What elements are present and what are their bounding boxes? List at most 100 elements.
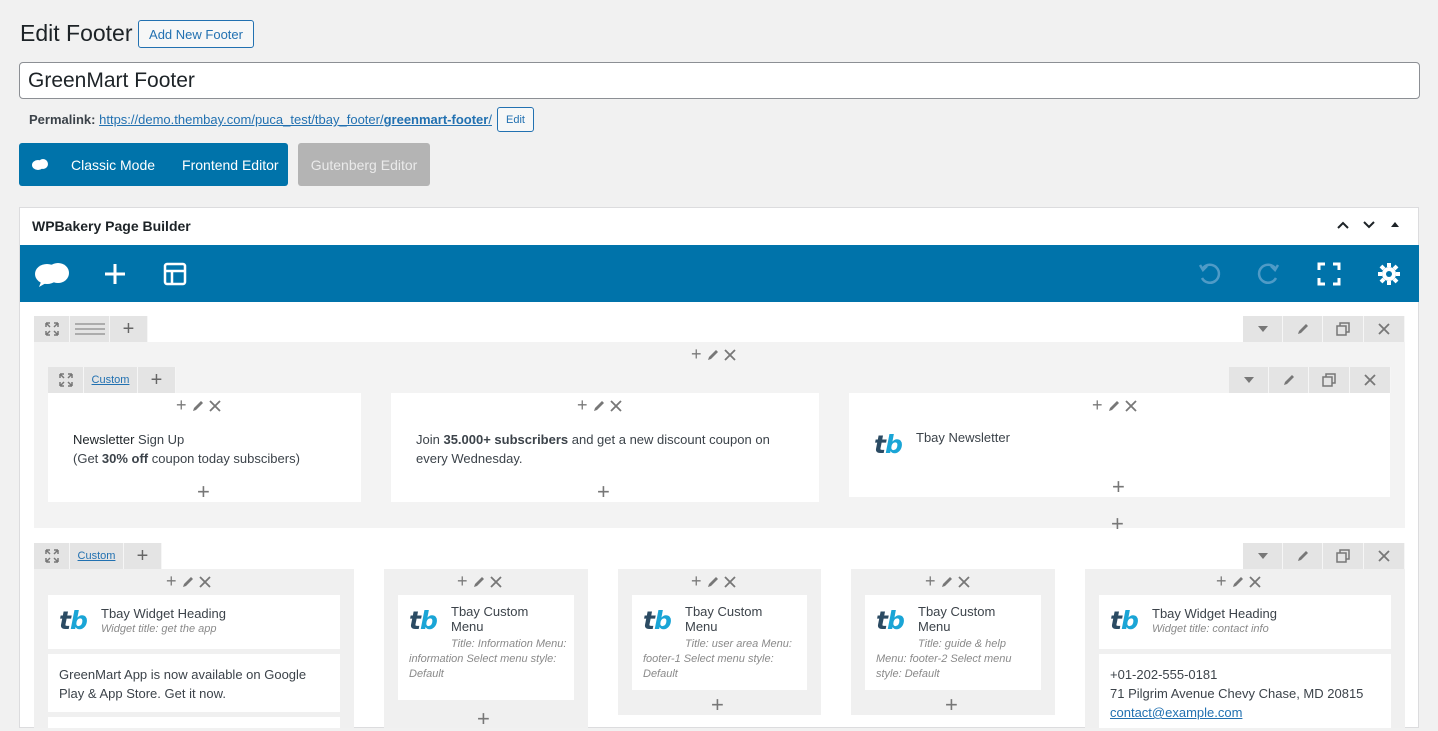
collapse-toggle-icon[interactable] xyxy=(1388,218,1402,232)
row-1-layout-icon[interactable] xyxy=(70,316,110,342)
permalink-link[interactable]: https://demo.thembay.com/puca_test/tbay_… xyxy=(99,112,492,127)
newsletter-text[interactable]: Newsletter Sign Up (Get 30% off coupon t… xyxy=(73,430,353,468)
add-element-icon[interactable]: + xyxy=(945,694,958,716)
frontend-editor-button[interactable]: Frontend Editor xyxy=(182,157,279,173)
edit-icon[interactable] xyxy=(191,399,205,413)
edit-icon[interactable] xyxy=(472,575,486,589)
inner-row-edit-icon[interactable] xyxy=(1269,367,1309,393)
templates-icon[interactable] xyxy=(160,245,190,302)
delete-icon[interactable] xyxy=(723,575,736,588)
add-icon[interactable]: + xyxy=(691,571,702,592)
row-2-add-column-icon[interactable]: + xyxy=(124,543,162,569)
row-2-edit-icon[interactable] xyxy=(1283,543,1323,569)
fullscreen-icon[interactable] xyxy=(1314,245,1344,302)
edit-icon[interactable] xyxy=(706,575,720,589)
permalink-base: https://demo.thembay.com/puca_test/tbay_… xyxy=(99,112,384,127)
edit-icon[interactable] xyxy=(592,399,606,413)
row-2-drag-icon[interactable] xyxy=(34,543,70,569)
delete-icon[interactable] xyxy=(489,575,502,588)
delete-icon[interactable] xyxy=(208,399,221,412)
move-up-icon[interactable] xyxy=(1336,218,1350,232)
row-2-clone-icon[interactable] xyxy=(1323,543,1364,569)
row-2-toggle-icon[interactable] xyxy=(1243,543,1283,569)
add-icon[interactable]: + xyxy=(176,395,187,416)
add-element-icon[interactable]: + xyxy=(197,481,210,503)
builder-toolbar xyxy=(20,245,1419,302)
column-controls: + xyxy=(457,571,502,592)
row-1-drag-icon[interactable] xyxy=(34,316,70,342)
column-controls: + xyxy=(925,571,970,592)
column-controls: + xyxy=(1216,571,1261,592)
inner-row-delete-icon[interactable] xyxy=(1350,367,1391,393)
add-icon[interactable]: + xyxy=(1092,395,1103,416)
row-1-edit-icon[interactable] xyxy=(1283,316,1323,342)
add-element-icon[interactable]: + xyxy=(477,708,490,730)
contact-phone: +01-202-555-0181 xyxy=(1110,667,1218,682)
row-2-layout[interactable]: Custom xyxy=(70,543,124,569)
edit-icon[interactable] xyxy=(1231,575,1245,589)
delete-icon[interactable] xyxy=(198,575,211,588)
widget-title[interactable]: Tbay Newsletter xyxy=(916,428,1010,447)
add-icon[interactable]: + xyxy=(577,395,588,416)
row-1-clone-icon[interactable] xyxy=(1323,316,1364,342)
redo-icon[interactable] xyxy=(1254,245,1284,302)
edit-icon[interactable] xyxy=(940,575,954,589)
delete-icon[interactable] xyxy=(1248,575,1261,588)
add-icon[interactable]: + xyxy=(925,571,936,592)
add-element-icon[interactable]: + xyxy=(597,481,610,503)
move-down-icon[interactable] xyxy=(1362,218,1376,232)
edit-icon[interactable] xyxy=(706,348,720,362)
logo-t: t xyxy=(876,606,888,635)
contact-address: 71 Pilgrim Avenue Chevy Chase, MD 20815 xyxy=(1110,686,1364,701)
logo-b: b xyxy=(69,606,88,635)
text: Sign Up xyxy=(134,432,185,447)
widget-title: Tbay Widget Heading xyxy=(101,606,227,621)
wpb-mini-logo-icon xyxy=(31,158,49,172)
add-new-footer-button[interactable]: Add New Footer xyxy=(138,20,254,48)
post-title-input[interactable] xyxy=(19,62,1420,99)
undo-icon[interactable] xyxy=(1194,245,1224,302)
row-1-add-column-icon[interactable]: + xyxy=(110,316,148,342)
column-controls: + xyxy=(166,571,211,592)
add-icon[interactable]: + xyxy=(457,571,468,592)
edit-icon[interactable] xyxy=(181,575,195,589)
contact-email-link[interactable]: contact@example.com xyxy=(1110,703,1242,722)
add-element-icon[interactable]: + xyxy=(1111,513,1124,535)
row-1-delete-icon[interactable] xyxy=(1364,316,1405,342)
column-controls: + xyxy=(1092,395,1137,416)
row-2-custom-link[interactable]: Custom xyxy=(78,550,116,562)
wpb-logo-icon[interactable] xyxy=(32,245,72,302)
gutenberg-editor-button[interactable]: Gutenberg Editor xyxy=(298,143,430,186)
delete-icon[interactable] xyxy=(1124,399,1137,412)
inner-row-custom-link[interactable]: Custom xyxy=(92,374,130,386)
row-2-delete-icon[interactable] xyxy=(1364,543,1405,569)
inner-row-clone-icon[interactable] xyxy=(1309,367,1350,393)
permalink-label: Permalink: xyxy=(29,112,96,127)
add-icon[interactable]: + xyxy=(691,344,702,365)
row-1-toggle-icon[interactable] xyxy=(1243,316,1283,342)
add-icon[interactable]: + xyxy=(1216,571,1227,592)
delete-icon[interactable] xyxy=(957,575,970,588)
classic-mode-button[interactable]: Classic Mode xyxy=(71,157,155,173)
add-icon[interactable]: + xyxy=(166,571,177,592)
add-element-icon[interactable]: + xyxy=(711,694,724,716)
permalink-edit-button[interactable]: Edit xyxy=(497,107,534,132)
subscribers-text[interactable]: Join 35.000+ subscribers and get a new d… xyxy=(416,430,796,468)
delete-icon[interactable] xyxy=(723,348,736,361)
add-element-icon[interactable]: + xyxy=(1112,476,1125,498)
edit-icon[interactable] xyxy=(1107,399,1121,413)
row-1-column-controls: + xyxy=(691,344,736,365)
inner-row-layout[interactable]: Custom xyxy=(84,367,138,393)
tbay-logo-icon: tb xyxy=(1110,606,1139,635)
inner-row-add-column-icon[interactable]: + xyxy=(138,367,176,393)
tbay-logo-icon: tb xyxy=(643,606,672,635)
settings-icon[interactable] xyxy=(1374,245,1404,302)
logo-t: t xyxy=(643,606,655,635)
inner-row-drag-icon[interactable] xyxy=(48,367,84,393)
permalink-slug: greenmart-footer xyxy=(383,112,489,127)
inner-row-toggle-icon[interactable] xyxy=(1229,367,1269,393)
delete-icon[interactable] xyxy=(609,399,622,412)
add-element-icon[interactable] xyxy=(100,245,130,302)
next-element[interactable] xyxy=(48,717,340,728)
logo-b: b xyxy=(653,606,672,635)
